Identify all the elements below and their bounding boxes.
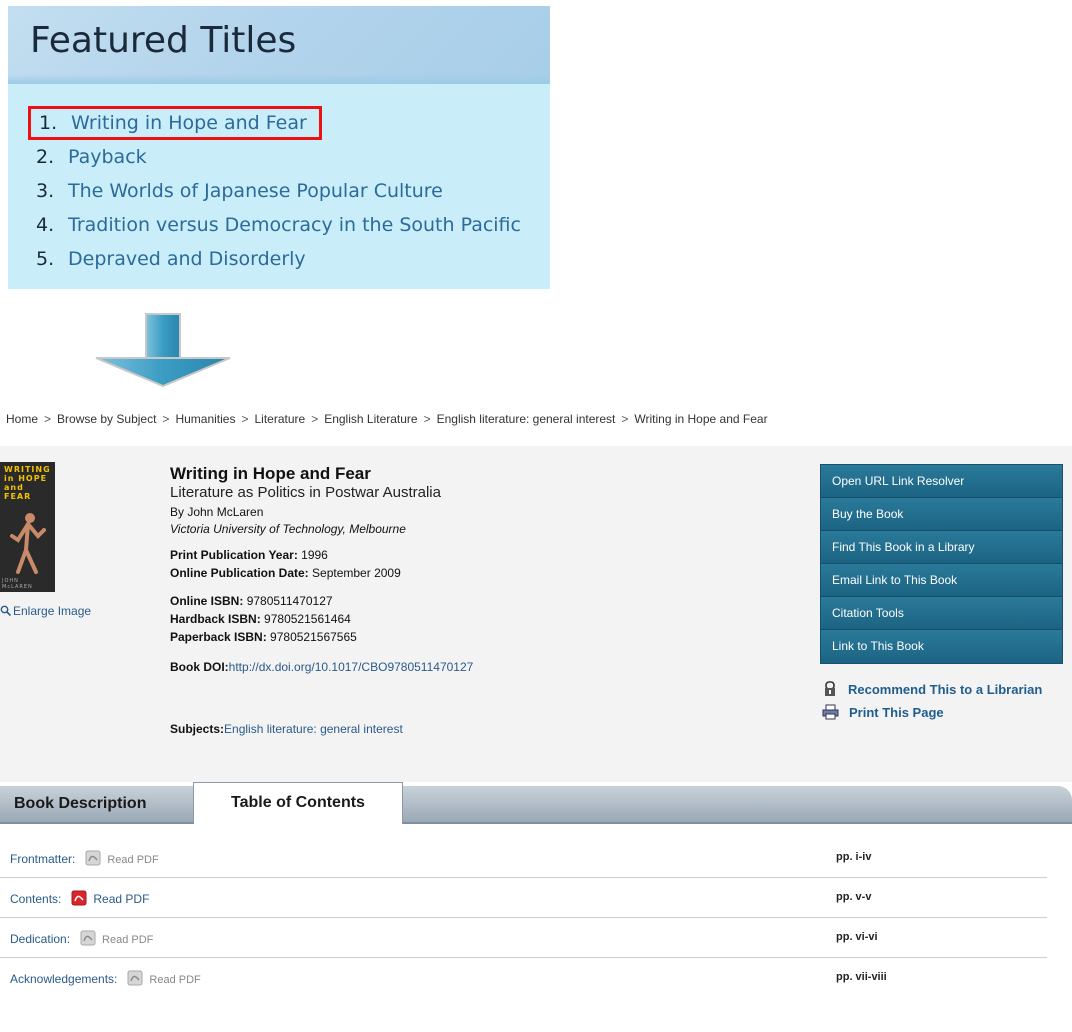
featured-titles-heading: Featured Titles <box>30 20 297 61</box>
breadcrumb-english-literature[interactable]: English Literature <box>324 412 417 426</box>
breadcrumb-home[interactable]: Home <box>6 412 38 426</box>
doi-row: Book DOI:http://dx.doi.org/10.1017/CBO97… <box>170 660 474 674</box>
book-tabs: Book Description Table of Contents <box>0 782 1072 824</box>
toc-row-acknowledgements: Acknowledgements: Read PDF pp. vii-viii <box>0 958 1047 998</box>
toc-pages: pp. v-v <box>836 891 872 903</box>
toc-label: Contents: <box>10 892 62 906</box>
breadcrumb-literature[interactable]: Literature <box>254 412 305 426</box>
featured-titles-header: Featured Titles <box>8 6 550 84</box>
book-title: Writing in Hope and Fear <box>170 464 371 483</box>
book-author: By John McLaren <box>170 505 264 519</box>
book-info: Writing in Hope and Fear Literature as P… <box>170 464 473 738</box>
featured-item-label[interactable]: Tradition versus Democracy in the South … <box>68 214 521 236</box>
read-pdf-link[interactable]: Read PDF <box>93 892 149 906</box>
toc-row-contents: Contents: Read PDF pp. v-v <box>0 878 1047 918</box>
breadcrumb: Home > Browse by Subject > Humanities > Litera… <box>6 412 768 426</box>
read-pdf-link[interactable]: Read PDF <box>102 934 153 946</box>
toc-row-frontmatter: Frontmatter: Read PDF pp. i-iv <box>0 838 1047 878</box>
hardback-isbn-row: Hardback ISBN: 9780521561464 <box>170 612 351 626</box>
toc-pages: pp. i-iv <box>836 851 872 863</box>
toc-row-dedication: Dedication: Read PDF pp. vi-vi <box>0 918 1047 958</box>
book-actions-menu: Open URL Link Resolver Buy the Book Find… <box>820 464 1063 664</box>
book-affiliation: Victoria University of Technology, Melbo… <box>170 522 406 536</box>
toc-label: Frontmatter: <box>10 852 76 866</box>
down-arrow-icon <box>95 313 231 388</box>
doi-link[interactable]: http://dx.doi.org/10.1017/CBO97805114701… <box>229 660 474 674</box>
table-of-contents: Frontmatter: Read PDF pp. i-iv Contents: R… <box>0 824 1072 1032</box>
read-pdf-link[interactable]: Read PDF <box>107 854 158 866</box>
side-links: Recommend This to a Librarian Print This… <box>822 678 1042 724</box>
tabs-bar <box>0 786 1072 824</box>
pdf-icon <box>127 970 143 986</box>
breadcrumb-current: Writing in Hope and Fear <box>634 412 768 426</box>
featured-item-4[interactable]: 4. Tradition versus Democracy in the Sout… <box>28 208 521 242</box>
print-page-link[interactable]: Print This Page <box>822 701 1042 724</box>
email-link-button[interactable]: Email Link to This Book <box>821 564 1062 597</box>
subject-link[interactable]: English literature: general interest <box>224 722 403 736</box>
featured-titles-panel: Featured Titles 1. Writing in Hope and Fe… <box>8 6 550 289</box>
citation-tools-button[interactable]: Citation Tools <box>821 597 1062 630</box>
featured-item-label[interactable]: Depraved and Disorderly <box>68 248 306 270</box>
featured-item-label[interactable]: Writing in Hope and Fear <box>71 112 307 134</box>
featured-item-label[interactable]: The Worlds of Japanese Popular Culture <box>68 180 443 202</box>
book-cover[interactable]: WRITING in HOPE and FEAR JOHN McLAREN <box>0 462 55 592</box>
magnifier-icon <box>0 605 12 617</box>
online-date-row: Online Publication Date: September 2009 <box>170 566 401 580</box>
tab-book-description[interactable]: Book Description <box>14 786 146 824</box>
read-pdf-link[interactable]: Read PDF <box>149 974 200 986</box>
recommend-librarian-link[interactable]: Recommend This to a Librarian <box>822 678 1042 701</box>
buy-book-button[interactable]: Buy the Book <box>821 498 1062 531</box>
enlarge-image-link[interactable]: Enlarge Image <box>0 604 91 618</box>
enlarge-image-label: Enlarge Image <box>13 604 92 618</box>
tab-table-of-contents[interactable]: Table of Contents <box>193 782 403 824</box>
book-subtitle: Literature as Politics in Postwar Austra… <box>170 484 441 501</box>
printer-icon <box>822 704 839 720</box>
find-in-library-button[interactable]: Find This Book in a Library <box>821 531 1062 564</box>
featured-titles-list: 1. Writing in Hope and Fear 2. Payback 3. T… <box>28 106 521 276</box>
toc-pages: pp. vii-viii <box>836 971 887 983</box>
pdf-icon <box>80 930 96 946</box>
cover-title: WRITING in HOPE and FEAR <box>4 465 51 501</box>
link-to-book-button[interactable]: Link to This Book <box>821 630 1062 663</box>
paperback-isbn-row: Paperback ISBN: 9780521567565 <box>170 630 357 644</box>
toc-label: Acknowledgements: <box>10 972 118 986</box>
pdf-icon <box>85 850 101 866</box>
open-url-resolver-button[interactable]: Open URL Link Resolver <box>821 465 1062 498</box>
librarian-icon <box>825 681 835 696</box>
featured-item-label[interactable]: Payback <box>68 146 147 168</box>
featured-item-3[interactable]: 3. The Worlds of Japanese Popular Culture <box>28 174 521 208</box>
highlight-box: 1. Writing in Hope and Fear <box>28 106 322 140</box>
featured-item-1[interactable]: 1. Writing in Hope and Fear <box>28 106 521 140</box>
toc-pages: pp. vi-vi <box>836 931 878 943</box>
pdf-icon <box>71 890 87 906</box>
print-year-row: Print Publication Year: 1996 <box>170 548 328 562</box>
toc-label: Dedication: <box>10 932 71 946</box>
online-isbn-row: Online ISBN: 9780511470127 <box>170 594 333 608</box>
cover-figure-icon <box>10 513 46 574</box>
breadcrumb-browse-by-subject[interactable]: Browse by Subject <box>57 412 156 426</box>
featured-item-5[interactable]: 5. Depraved and Disorderly <box>28 242 521 276</box>
breadcrumb-general-interest[interactable]: English literature: general interest <box>437 412 616 426</box>
subjects-row: Subjects:English literature: general int… <box>170 722 403 736</box>
breadcrumb-humanities[interactable]: Humanities <box>175 412 235 426</box>
featured-item-2[interactable]: 2. Payback <box>28 140 521 174</box>
book-detail-panel: WRITING in HOPE and FEAR JOHN McLAREN En… <box>0 446 1072 782</box>
